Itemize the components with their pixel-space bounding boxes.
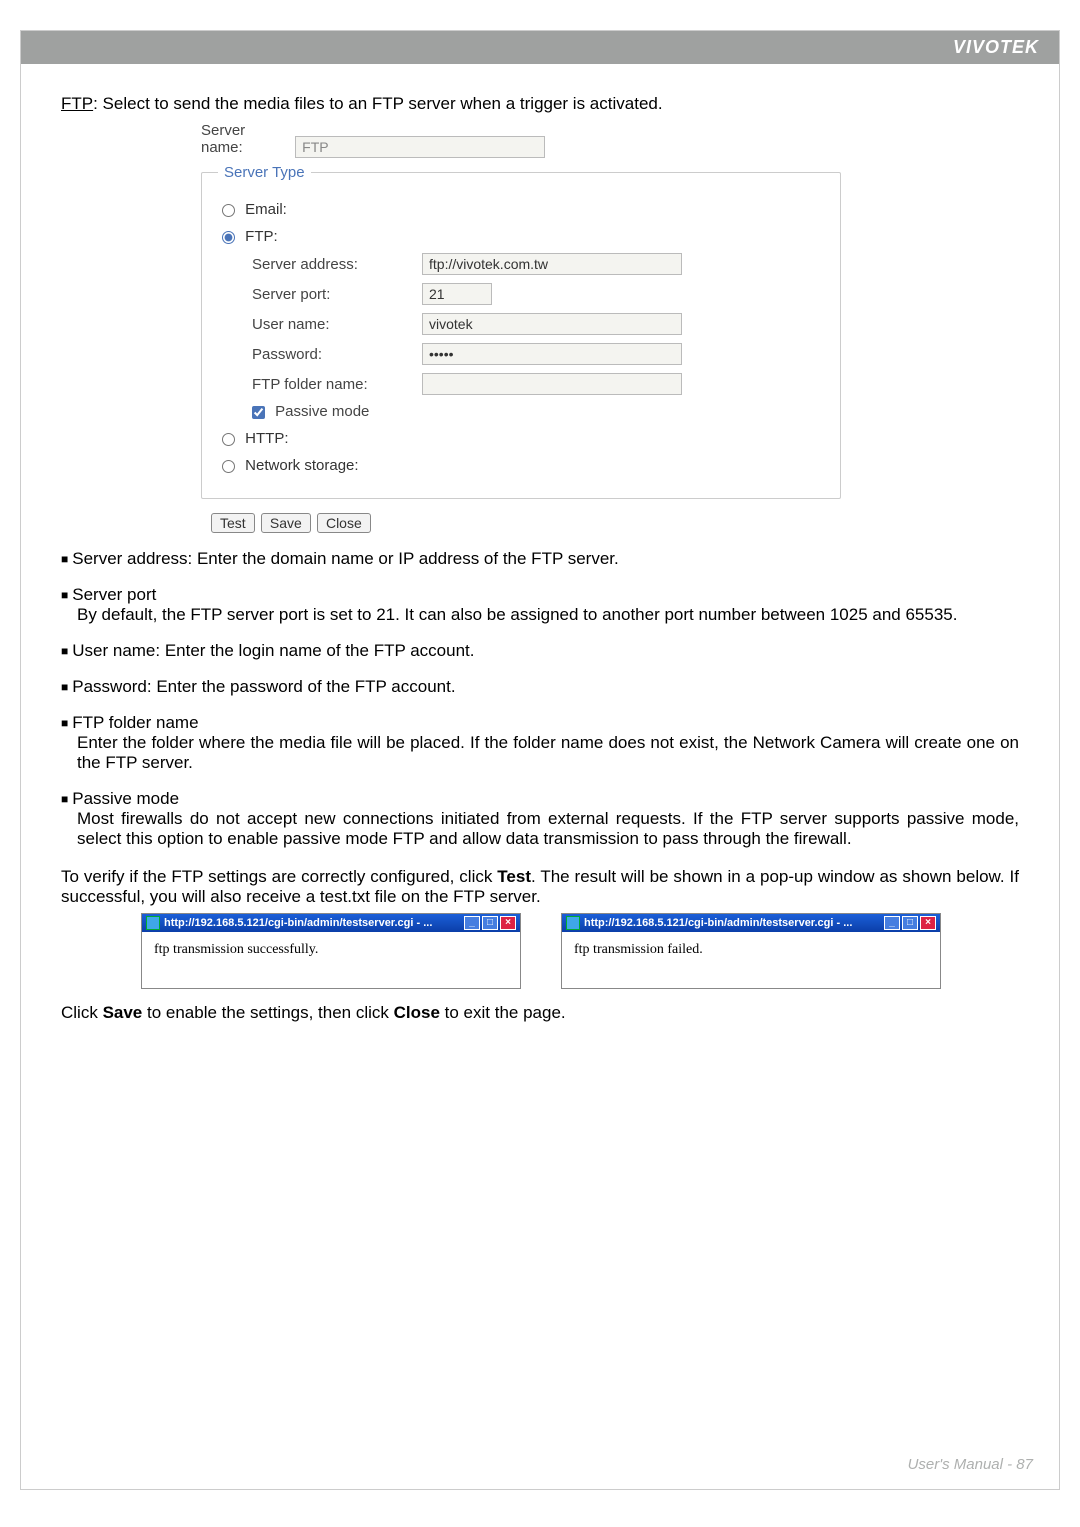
- ftp-folder-label: FTP folder name:: [252, 376, 422, 393]
- radio-ftp[interactable]: [222, 231, 235, 244]
- server-address-input[interactable]: [422, 253, 682, 275]
- save-close-text: Click Save to enable the settings, then …: [61, 1003, 1019, 1023]
- radio-ftp-label: FTP:: [245, 228, 278, 245]
- desc-username: ■User name: Enter the login name of the …: [61, 641, 1019, 661]
- popup-fail: http://192.168.5.121/cgi-bin/admin/tests…: [561, 913, 941, 989]
- popup-title: http://192.168.5.121/cgi-bin/admin/tests…: [164, 917, 464, 929]
- username-label: User name:: [252, 316, 422, 333]
- save-button[interactable]: Save: [261, 513, 311, 533]
- desc-server-port: ■Server port By default, the FTP server …: [61, 585, 1019, 625]
- radio-ftp-row[interactable]: FTP:: [222, 228, 824, 245]
- maximize-icon[interactable]: □: [902, 916, 918, 930]
- radio-ns-row[interactable]: Network storage:: [222, 457, 824, 474]
- server-address-label: Server address:: [252, 256, 422, 273]
- test-button[interactable]: Test: [211, 513, 255, 533]
- desc-server-address: ■Server address: Enter the domain name o…: [61, 549, 1019, 569]
- popup-fail-body: ftp transmission failed.: [562, 932, 940, 988]
- server-type-legend: Server Type: [218, 164, 311, 181]
- intro-text: FTP: Select to send the media files to a…: [61, 94, 1019, 114]
- popup-success-body: ftp transmission successfully.: [142, 932, 520, 988]
- server-port-label: Server port:: [252, 286, 422, 303]
- radio-ns-label: Network storage:: [245, 457, 358, 474]
- server-port-input[interactable]: [422, 283, 492, 305]
- username-input[interactable]: [422, 313, 682, 335]
- bullet-icon: ■: [61, 792, 68, 806]
- page-header: VIVOTEK: [21, 31, 1059, 64]
- bullet-icon: ■: [61, 716, 68, 730]
- bullet-icon: ■: [61, 680, 68, 694]
- server-name-input[interactable]: [295, 136, 545, 158]
- close-icon[interactable]: ×: [920, 916, 936, 930]
- desc-password: ■Password: Enter the password of the FTP…: [61, 677, 1019, 697]
- radio-network-storage[interactable]: [222, 460, 235, 473]
- radio-email-row[interactable]: Email:: [222, 201, 824, 218]
- verify-text: To verify if the FTP settings are correc…: [61, 867, 1019, 907]
- brand-label: VIVOTEK: [953, 37, 1039, 57]
- page-footer: User's Manual - 87: [908, 1456, 1033, 1473]
- minimize-icon[interactable]: _: [464, 916, 480, 930]
- password-input[interactable]: [422, 343, 682, 365]
- intro-ftp-label: FTP: [61, 94, 93, 113]
- maximize-icon[interactable]: □: [482, 916, 498, 930]
- radio-http[interactable]: [222, 433, 235, 446]
- radio-email-label: Email:: [245, 201, 287, 218]
- radio-http-label: HTTP:: [245, 430, 288, 447]
- popup-title: http://192.168.5.121/cgi-bin/admin/tests…: [584, 917, 884, 929]
- desc-passive: ■Passive mode Most firewalls do not acce…: [61, 789, 1019, 849]
- server-name-label: Server name:: [201, 122, 291, 156]
- ftp-folder-input[interactable]: [422, 373, 682, 395]
- passive-checkbox[interactable]: [252, 406, 265, 419]
- passive-label: Passive mode: [275, 403, 369, 420]
- close-button[interactable]: Close: [317, 513, 371, 533]
- close-icon[interactable]: ×: [500, 916, 516, 930]
- ie-icon: [146, 916, 160, 930]
- radio-http-row[interactable]: HTTP:: [222, 430, 824, 447]
- popup-success: http://192.168.5.121/cgi-bin/admin/tests…: [141, 913, 521, 989]
- ie-icon: [566, 916, 580, 930]
- bullet-icon: ■: [61, 588, 68, 602]
- password-label: Password:: [252, 346, 422, 363]
- bullet-icon: ■: [61, 552, 68, 566]
- server-type-fieldset: Server Type Email: FTP: Server address:: [201, 164, 841, 499]
- bullet-icon: ■: [61, 644, 68, 658]
- desc-folder: ■FTP folder name Enter the folder where …: [61, 713, 1019, 773]
- server-form: Server name: Server Type Email: FTP: Ser…: [201, 122, 841, 533]
- minimize-icon[interactable]: _: [884, 916, 900, 930]
- radio-email[interactable]: [222, 204, 235, 217]
- intro-rest: : Select to send the media files to an F…: [93, 94, 662, 113]
